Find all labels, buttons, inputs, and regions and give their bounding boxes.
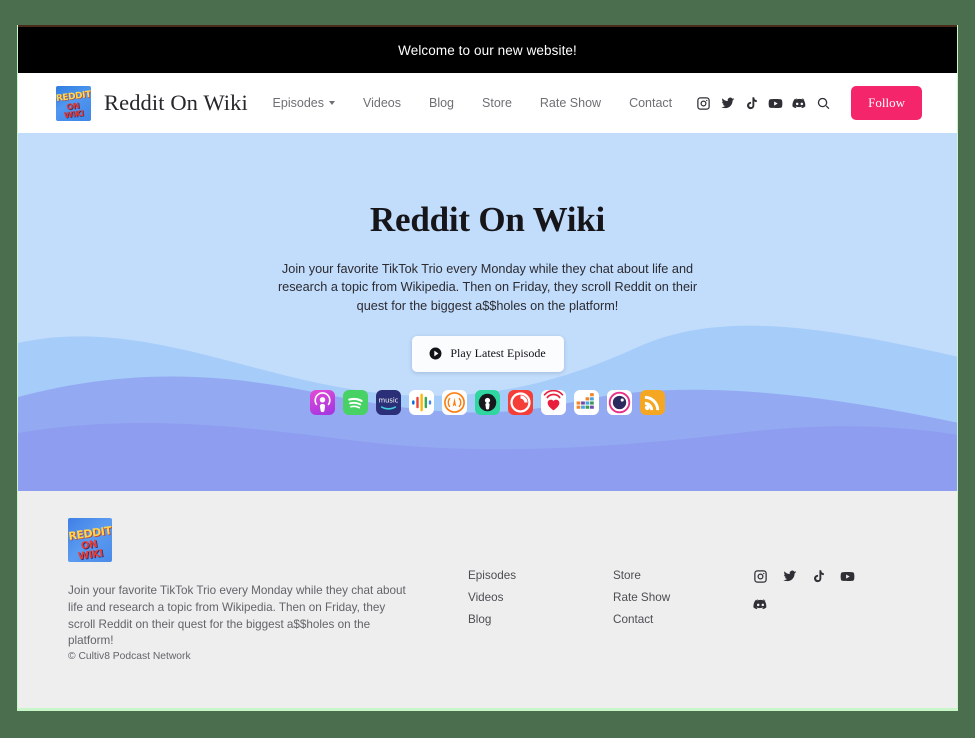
- footer-link-videos[interactable]: Videos: [468, 591, 613, 604]
- footer-copyright: © Cultiv8 Podcast Network: [68, 651, 191, 662]
- castro-icon[interactable]: [607, 389, 632, 415]
- footer-link-contact[interactable]: Contact: [613, 613, 753, 626]
- hero-title: Reddit On Wiki: [369, 200, 606, 239]
- pocket-casts-icon[interactable]: [508, 389, 533, 415]
- footer-about: REDDIT ON WIKI Join your favorite TikTok…: [68, 518, 468, 650]
- amazon-music-icon[interactable]: music: [376, 389, 401, 415]
- footer-logo: REDDIT ON WIKI: [68, 518, 112, 562]
- play-latest-episode-button[interactable]: Play Latest Episode: [411, 335, 564, 372]
- site-footer: REDDIT ON WIKI Join your favorite TikTok…: [18, 491, 957, 708]
- site-logo: REDDIT ON WIKI: [56, 85, 91, 121]
- footer-description: Join your favorite TikTok Trio every Mon…: [68, 584, 406, 648]
- discord-icon[interactable]: [792, 96, 807, 111]
- announcement-text: Welcome to our new website!: [398, 42, 577, 58]
- rss-icon[interactable]: [640, 389, 665, 415]
- google-podcasts-icon[interactable]: [409, 389, 434, 415]
- footer-links-column-2: Store Rate Show Contact: [613, 518, 753, 650]
- footer-link-store[interactable]: Store: [613, 569, 753, 582]
- site-logo-line2: ON WIKI: [63, 100, 85, 120]
- hero-content: Reddit On Wiki Join your favorite TikTok…: [18, 133, 957, 415]
- instagram-icon[interactable]: [753, 569, 768, 584]
- footer-link-blog[interactable]: Blog: [468, 613, 613, 626]
- twitter-icon[interactable]: [782, 569, 797, 584]
- site-title: Reddit On Wiki: [104, 90, 248, 115]
- twitter-icon[interactable]: [720, 96, 735, 111]
- stitcher-icon[interactable]: [574, 389, 599, 415]
- instagram-icon[interactable]: [696, 96, 711, 111]
- tiktok-icon[interactable]: [744, 96, 759, 111]
- nav-item-episodes[interactable]: Episodes: [259, 96, 349, 110]
- nav-item-videos[interactable]: Videos: [349, 96, 415, 110]
- tiktok-icon[interactable]: [811, 569, 826, 584]
- chevron-down-icon: [328, 101, 335, 105]
- discord-icon[interactable]: [753, 597, 768, 612]
- brand-link[interactable]: REDDIT ON WIKI Reddit On Wiki: [56, 85, 248, 121]
- podcast-platform-links: music: [18, 389, 957, 415]
- search-icon[interactable]: [816, 96, 831, 111]
- apple-podcasts-icon[interactable]: [310, 389, 335, 415]
- main-navigation: Episodes Videos Blog Store Rate Show Con…: [259, 86, 922, 120]
- overcast-icon[interactable]: [442, 389, 467, 415]
- spotify-icon[interactable]: [343, 389, 368, 415]
- footer-link-rate-show[interactable]: Rate Show: [613, 591, 753, 604]
- screenshot-frame: Welcome to our new website! REDDIT ON WI…: [0, 0, 975, 738]
- footer-social-links: [753, 518, 873, 650]
- hero-subtitle: Join your favorite TikTok Trio every Mon…: [277, 262, 698, 313]
- svg-text:music: music: [379, 397, 399, 405]
- footer-link-episodes[interactable]: Episodes: [468, 569, 613, 582]
- play-circle-icon: [429, 347, 442, 360]
- footer-links-column-1: Episodes Videos Blog: [468, 518, 613, 650]
- iheartradio-icon[interactable]: [541, 389, 566, 415]
- follow-button[interactable]: Follow: [851, 86, 922, 120]
- nav-item-rate-show[interactable]: Rate Show: [526, 96, 615, 110]
- youtube-icon[interactable]: [840, 569, 855, 584]
- nav-item-contact[interactable]: Contact: [615, 96, 686, 110]
- castbox-icon[interactable]: [475, 389, 500, 415]
- play-latest-episode-label: Play Latest Episode: [450, 346, 546, 361]
- footer-columns: REDDIT ON WIKI Join your favorite TikTok…: [68, 518, 919, 650]
- site-header: REDDIT ON WIKI Reddit On Wiki Episodes V…: [18, 73, 957, 133]
- youtube-icon[interactable]: [768, 96, 783, 111]
- nav-item-store[interactable]: Store: [468, 96, 526, 110]
- nav-item-episodes-label: Episodes: [272, 96, 324, 110]
- header-social-links: [686, 96, 837, 111]
- hero-section: Reddit On Wiki Join your favorite TikTok…: [18, 133, 957, 491]
- announcement-banner: Welcome to our new website!: [18, 25, 957, 73]
- website-page: Welcome to our new website! REDDIT ON WI…: [17, 25, 958, 711]
- nav-item-blog[interactable]: Blog: [415, 96, 468, 110]
